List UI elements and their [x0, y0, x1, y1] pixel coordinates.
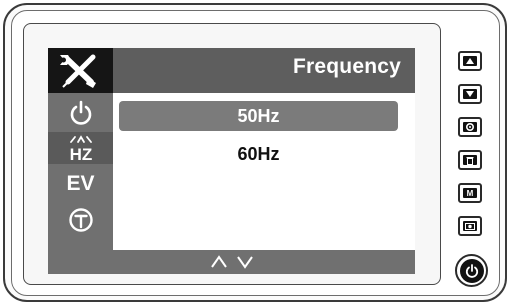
down-arrow-icon: [466, 91, 474, 97]
down-button[interactable]: [458, 84, 482, 104]
lcd-screen: Frequency HZ EV 50Hz 60Hz: [48, 48, 415, 274]
mode-icon: M: [466, 188, 474, 198]
menu-header: Frequency: [48, 48, 415, 93]
sidebar-item-info[interactable]: [48, 204, 113, 236]
camera-button[interactable]: [458, 216, 482, 236]
settings-button[interactable]: [458, 117, 482, 137]
delete-button[interactable]: [458, 150, 482, 170]
power-icon: [465, 263, 478, 278]
up-button-face: [463, 56, 477, 66]
mode-button[interactable]: M: [458, 183, 482, 203]
hz-flicker-icon: HZ: [69, 135, 92, 163]
up-down-arrows-icon[interactable]: [202, 253, 262, 271]
gear-icon: [465, 122, 475, 132]
power-button[interactable]: [455, 254, 488, 287]
up-arrow-icon: [466, 58, 474, 64]
menu-footer: [48, 250, 415, 274]
wrench-screwdriver-icon: [60, 54, 96, 88]
up-button[interactable]: [458, 51, 482, 71]
hz-icon-label: HZ: [69, 145, 92, 163]
delete-button-face: [463, 155, 477, 165]
option-50hz[interactable]: 50Hz: [119, 101, 398, 131]
trash-icon: [466, 156, 474, 165]
page-title: Frequency: [293, 55, 401, 78]
sidebar-item-ev[interactable]: EV: [48, 168, 113, 200]
power-icon: [70, 100, 91, 125]
ev-icon: EV: [66, 172, 95, 195]
settings-tab[interactable]: [48, 48, 113, 93]
option-60hz[interactable]: 60Hz: [119, 139, 398, 169]
camera-button-face: [463, 221, 477, 231]
sidebar-item-power[interactable]: [48, 97, 113, 129]
info-icon: [68, 208, 93, 232]
sidebar-item-frequency[interactable]: HZ: [48, 132, 113, 164]
power-button-face: [459, 258, 484, 283]
mode-button-face: M: [463, 188, 477, 198]
menu-sidebar: HZ EV: [48, 93, 113, 250]
settings-button-face: [463, 122, 477, 132]
down-button-face: [463, 89, 477, 99]
camera-icon: [465, 223, 475, 230]
